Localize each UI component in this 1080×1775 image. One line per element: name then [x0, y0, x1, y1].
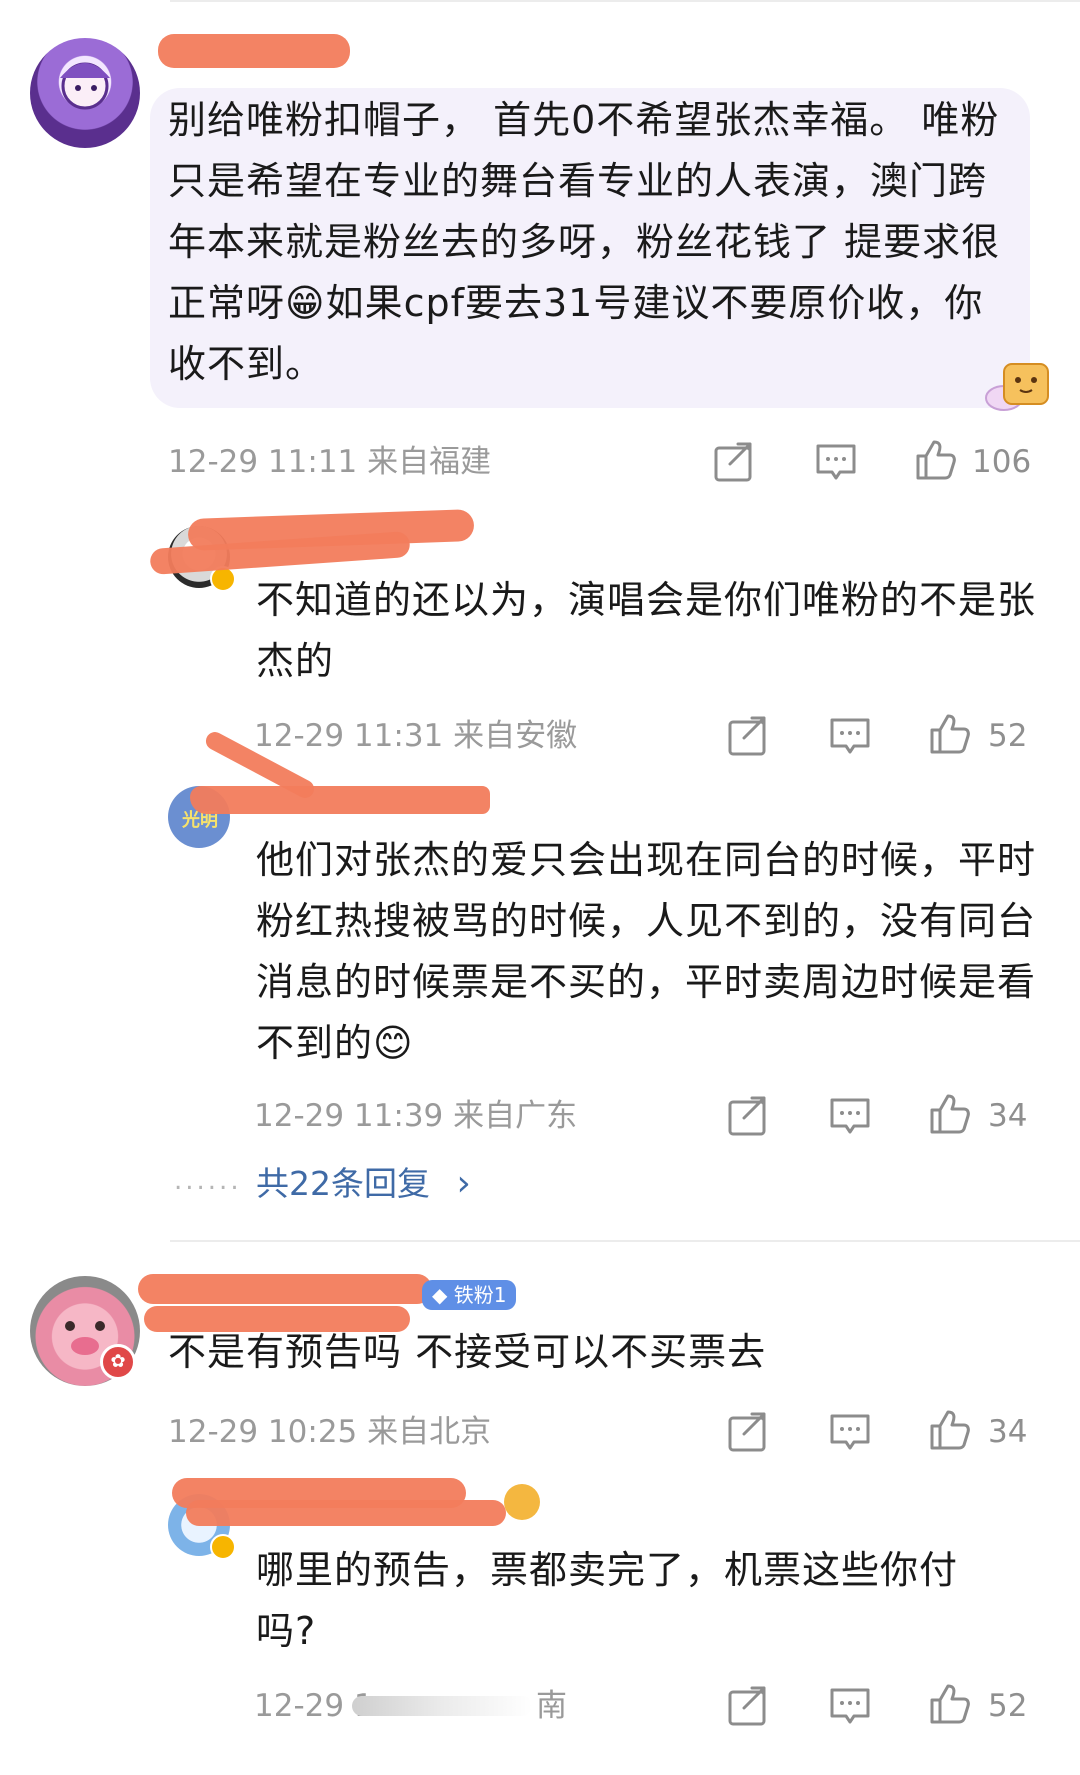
avatar[interactable] — [30, 38, 140, 148]
verified-badge-icon — [210, 1534, 236, 1560]
comment-meta: 12-29 10:25 来自北京 — [168, 1414, 492, 1450]
sticker-icon — [504, 1484, 540, 1520]
comment-icon[interactable] — [828, 1410, 872, 1454]
like-count: 34 — [988, 1414, 1028, 1450]
fan-badge-label: 铁粉1 — [453, 1283, 507, 1307]
comment-icon[interactable] — [828, 1094, 872, 1138]
reply-meta-end: 南 — [536, 1688, 567, 1724]
comment-meta: 12-29 11:11 来自福建 — [168, 444, 492, 480]
thumbs-up-icon[interactable] — [928, 712, 972, 756]
thumbs-up-icon[interactable] — [914, 438, 958, 482]
comment-divider — [170, 1240, 1080, 1242]
thumbs-up-icon[interactable] — [928, 1682, 972, 1726]
username-redaction — [190, 786, 490, 814]
reply-text: 哪里的预告，票都卖完了，机票这些你付吗? — [256, 1548, 959, 1653]
top-divider — [170, 0, 1080, 2]
thumbs-up-icon[interactable] — [928, 1092, 972, 1136]
cookie-sticker-icon — [982, 358, 1052, 416]
share-icon[interactable] — [726, 1094, 770, 1138]
share-icon[interactable] — [726, 1684, 770, 1728]
location-blur — [352, 1696, 532, 1716]
comment-icon[interactable] — [828, 714, 872, 758]
more-replies-link[interactable]: 共22条回复 › — [256, 1162, 471, 1206]
thumbs-up-icon[interactable] — [928, 1408, 972, 1452]
comment-icon[interactable] — [814, 440, 858, 484]
username-redaction — [138, 1274, 432, 1304]
comment-icon[interactable] — [828, 1684, 872, 1728]
fan-badge: ◆ 铁粉1 — [422, 1280, 517, 1310]
avatar-portrait-icon — [60, 62, 110, 110]
username-redaction — [158, 34, 350, 68]
reply-meta: 12-29 11:39 来自广东 — [254, 1098, 578, 1134]
share-icon[interactable] — [726, 1410, 770, 1454]
reply-text: 他们对张杰的爱只会出现在同台的时候，平时粉红热搜被骂的时候，人见不到的，没有同台… — [256, 838, 1037, 1065]
comment-text: 不是有预告吗 不接受可以不买票去 — [168, 1330, 767, 1374]
reply-text: 不知道的还以为，演唱会是你们唯粉的不是张杰的 — [256, 578, 1037, 683]
more-replies-dots: ...... — [174, 1166, 242, 1196]
more-replies-label: 共22条回复 — [256, 1164, 430, 1203]
comment-text: 别给唯粉扣帽子， 首先0不希望张杰幸福。 唯粉只是希望在专业的舞台看专业的人表演… — [168, 98, 1001, 386]
like-count: 34 — [988, 1098, 1028, 1134]
reply-meta: 12-29 11:31 来自安徽 — [254, 718, 578, 754]
username-redaction — [186, 1500, 506, 1526]
like-count: 52 — [988, 1688, 1028, 1724]
share-icon[interactable] — [726, 714, 770, 758]
share-icon[interactable] — [712, 440, 756, 484]
like-count: 106 — [972, 444, 1032, 480]
member-badge-icon: ✿ — [100, 1344, 136, 1380]
chevron-right-icon: › — [456, 1163, 471, 1204]
diamond-icon: ◆ — [432, 1283, 454, 1307]
like-count: 52 — [988, 718, 1028, 754]
